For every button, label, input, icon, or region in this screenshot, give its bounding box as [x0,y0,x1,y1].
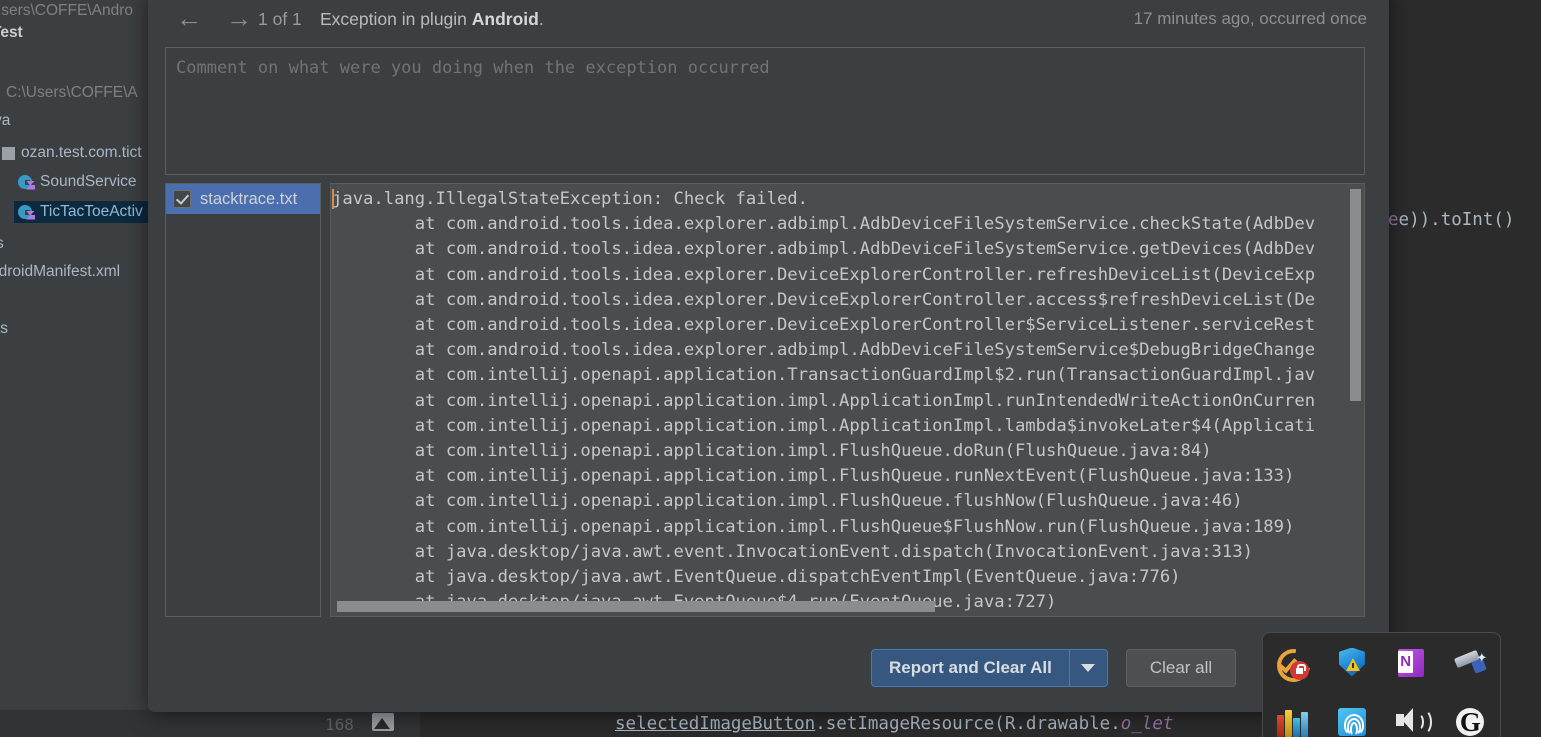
editor-code-fragment-right[interactable]: ee)).toInt() [1388,210,1514,230]
windows-security-warning-icon[interactable] [1335,646,1369,680]
attachment-checkbox[interactable] [173,190,191,208]
onenote-letter: N [1398,650,1414,673]
attachment-item-stacktrace[interactable]: stacktrace.txt [166,184,320,214]
scrollbar-thumb-horizontal[interactable] [337,601,935,612]
gutter-separator [535,710,536,737]
snipping-tool-icon[interactable]: ✦ [1453,646,1487,680]
project-tree-row[interactable]: ts [0,318,150,340]
stacktrace-panel[interactable]: java.lang.IllegalStateException: Check f… [330,183,1365,617]
occurrence-info: 17 minutes ago, occurred once [1133,9,1367,28]
attachment-label: stacktrace.txt [200,189,298,208]
image-preview-icon[interactable] [372,713,394,731]
package-icon [2,146,15,160]
screen: Users\COFFE\Andro Test C:\Users\COFFE\A vao… [0,0,1541,737]
comment-input[interactable]: Comment on what were you doing when the … [165,47,1365,175]
kotlin-class-icon [18,174,35,191]
editor-gutter [0,710,420,737]
office-upload-blocked-icon[interactable] [1270,641,1317,689]
project-tree-row[interactable]: ozan.test.com.tict [0,142,150,164]
editor-line-number: 168 [325,715,354,734]
project-tree-panel[interactable]: Users\COFFE\Andro Test C:\Users\COFFE\A vao… [0,0,150,710]
title-prefix: Exception in plugin [320,9,472,29]
gutter-separator [477,710,478,737]
system-tray-icon-grid: N ✦ G [1263,633,1500,737]
project-tree-row[interactable]: ndroidManifest.xml [0,261,150,283]
comment-placeholder: Comment on what were you doing when the … [176,58,770,78]
winrar-icon[interactable] [1276,705,1310,737]
kotlin-class-icon [18,204,35,221]
exception-report-dialog: ← → 1 of 1 Exception in plugin Android. … [148,0,1389,712]
title-suffix: . [538,9,544,29]
gutter-separator [420,710,421,737]
project-tree-row-label: TicTacToeActiv [40,203,143,220]
editor-code-right-text: e)).toInt() [1398,210,1515,230]
project-tree-row[interactable]: SoundService [14,171,150,193]
project-tree-row-label: C:\Users\COFFE\A [6,84,138,101]
clear-all-label: Clear all [1149,658,1213,677]
project-tree-row[interactable]: C:\Users\COFFE\A [2,82,150,104]
arrow-right-icon[interactable]: → [225,5,253,33]
project-tree-row[interactable]: s [0,233,150,255]
project-tree-row-label: Users\COFFE\Andro [0,2,133,19]
project-tree-row[interactable]: Users\COFFE\Andro [0,0,150,22]
project-tree-row[interactable]: va [0,110,150,132]
report-and-clear-all-button[interactable]: Report and Clear All [871,649,1108,687]
title-plugin-name: Android [471,9,539,29]
scrollbar-thumb-vertical[interactable] [1350,189,1361,401]
chevron-down-icon [1081,664,1096,672]
dialog-header: ← → 1 of 1 Exception in plugin Android. … [148,0,1389,36]
editor-bottom-code-line[interactable]: selectedImageButton.setImageResource(R.d… [615,714,1173,734]
project-tree-row-label: Test [0,24,23,41]
grammarly-letter: G [1459,706,1481,737]
system-tray-flyout: N ✦ G [1262,632,1501,737]
stacktrace-vertical-scrollbar[interactable] [1350,185,1363,615]
project-tree-row-label: SoundService [40,173,137,190]
project-tree-row-label: va [0,112,11,129]
project-tree-row[interactable]: : [0,290,150,312]
project-tree-row[interactable]: Test [0,22,150,44]
grammarly-icon[interactable]: G [1453,705,1487,737]
stacktrace-text[interactable]: java.lang.IllegalStateException: Check f… [332,187,1315,615]
project-tree-row-label: ozan.test.com.tict [21,144,142,161]
attachment-list[interactable]: stacktrace.txt [165,183,321,617]
project-tree-row-label: ndroidManifest.xml [0,263,121,280]
clear-all-button[interactable]: Clear all [1126,649,1236,687]
page-title: Exception in plugin Android. [320,9,544,30]
project-tree-row[interactable]: TicTacToeActiv [14,201,150,223]
onenote-icon[interactable]: N [1394,646,1428,680]
report-button-label: Report and Clear All [889,658,1052,677]
arrow-left-icon[interactable]: ← [175,5,203,33]
project-tree-row-label: s [0,235,4,253]
exception-counter: 1 of 1 [258,9,302,29]
gutter-separator [592,710,593,737]
volume-icon[interactable] [1394,705,1433,737]
report-dropdown-button[interactable] [1070,650,1107,686]
project-tree-row-label: ts [0,320,9,337]
fingerprint-icon[interactable] [1335,705,1369,737]
